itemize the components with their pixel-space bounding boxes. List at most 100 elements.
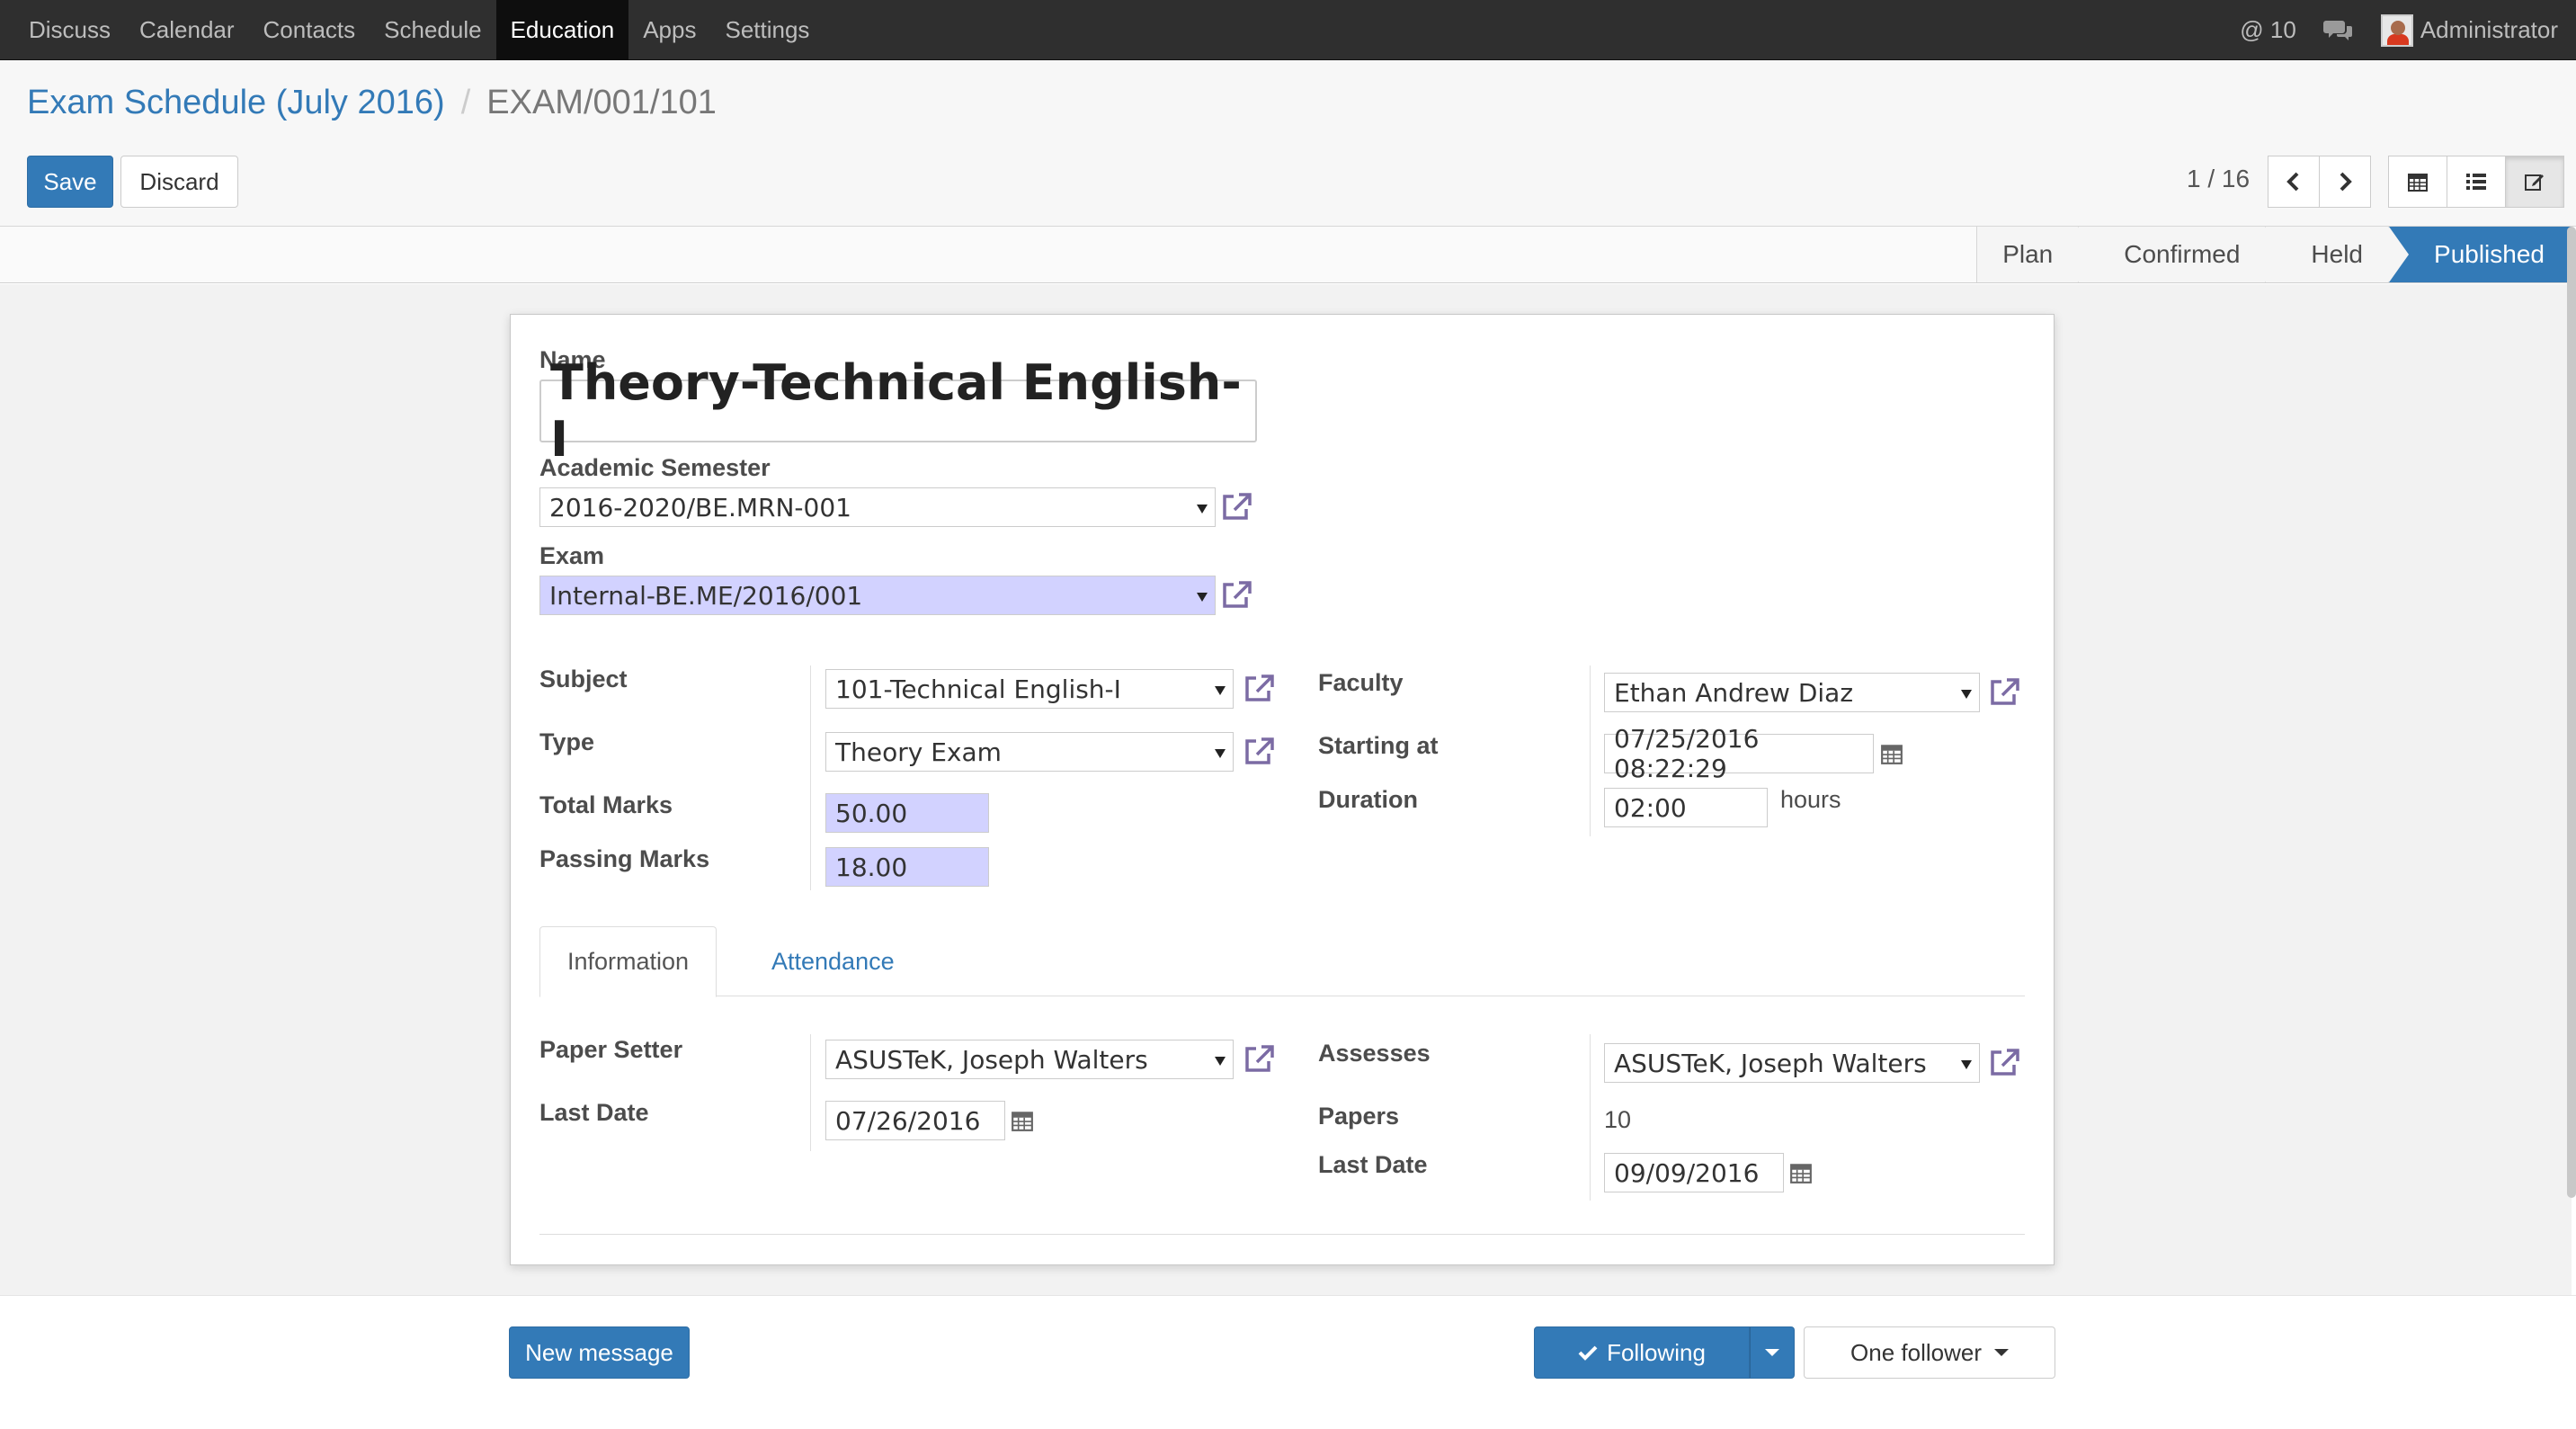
starting-label: Starting at: [1318, 732, 1439, 759]
assesses-label: Assesses: [1318, 1040, 1431, 1067]
papers-value: 10: [1604, 1106, 1632, 1133]
menu-calendar[interactable]: Calendar: [125, 0, 249, 60]
breadcrumb-separator: /: [460, 84, 471, 121]
pager-next-button[interactable]: [2319, 156, 2371, 208]
statusbar: Plan Confirmed Held Published: [0, 227, 2572, 283]
external-link-icon[interactable]: [1243, 673, 1276, 705]
starting-date-input[interactable]: 07/25/2016 08:22:29: [1604, 724, 1874, 783]
duration-input[interactable]: 02:00: [1604, 788, 1768, 827]
passing-marks-label: Passing Marks: [539, 845, 710, 872]
form-view-button[interactable]: [2505, 156, 2564, 208]
tab-information[interactable]: Information: [539, 926, 718, 997]
assesses-select[interactable]: ASUSTeK, Joseph Walters: [1604, 1043, 1980, 1083]
following-dropdown-button[interactable]: [1750, 1326, 1795, 1379]
pager-buttons: [2268, 156, 2371, 208]
subject-value: 101-Technical English-I: [835, 674, 1121, 704]
type-label: Type: [539, 728, 595, 755]
last-date-input[interactable]: 07/26/2016: [825, 1101, 1005, 1140]
passing-marks-input[interactable]: 18.00: [825, 847, 989, 887]
following-button[interactable]: Following: [1534, 1326, 1750, 1379]
control-panel: Exam Schedule (July 2016) / EXAM/001/101…: [0, 60, 2576, 227]
last-date-2-input[interactable]: 09/09/2016: [1604, 1153, 1784, 1192]
app-menu: Discuss Calendar Contacts Schedule Educa…: [14, 0, 824, 60]
top-navbar: Discuss Calendar Contacts Schedule Educa…: [0, 0, 2576, 60]
exam-value: Internal-BE.ME/2016/001: [549, 580, 863, 611]
external-link-icon[interactable]: [1243, 736, 1276, 768]
stage-published[interactable]: Published: [2388, 227, 2572, 282]
notebook-tabs: Information Attendance: [539, 926, 2025, 997]
calendar-view-button[interactable]: [2388, 156, 2447, 208]
chevron-right-icon: [2340, 172, 2352, 192]
menu-education[interactable]: Education: [495, 0, 629, 60]
breadcrumb-current: EXAM/001/101: [486, 84, 717, 121]
faculty-label: Faculty: [1318, 669, 1404, 696]
user-menu[interactable]: Administrator: [2380, 13, 2558, 47]
papers-label: Papers: [1318, 1103, 1400, 1130]
view-switcher: [2388, 156, 2564, 208]
breadcrumb-parent[interactable]: Exam Schedule (July 2016): [27, 84, 445, 122]
menu-schedule[interactable]: Schedule: [370, 0, 495, 60]
navbar-right: @ 10 Administrator: [2240, 0, 2558, 60]
tab-attendance[interactable]: Attendance: [744, 926, 922, 997]
external-link-icon[interactable]: [1989, 1047, 2021, 1079]
followers-button[interactable]: One follower: [1804, 1326, 2055, 1379]
calendar-icon[interactable]: [1011, 1109, 1034, 1132]
group-divider: [810, 1034, 811, 1151]
following-group: Following: [1534, 1326, 1795, 1379]
chat-icon[interactable]: [2322, 18, 2354, 43]
check-icon: [1578, 1345, 1598, 1361]
group-divider: [1590, 1034, 1591, 1201]
stage-confirmed[interactable]: Confirmed: [2078, 227, 2286, 282]
calendar-icon[interactable]: [1880, 742, 1903, 765]
caret-down-icon: [1993, 1349, 2009, 1356]
menu-contacts[interactable]: Contacts: [249, 0, 370, 60]
name-field[interactable]: Theory-Technical English-I: [539, 354, 1257, 468]
semester-label: Academic Semester: [539, 454, 771, 481]
subject-select[interactable]: 101-Technical English-I: [825, 669, 1234, 709]
total-marks-label: Total Marks: [539, 791, 673, 818]
group-divider: [1590, 665, 1591, 836]
edit-icon: [2525, 174, 2544, 191]
discard-button[interactable]: Discard: [120, 156, 238, 208]
last-date-2-label: Last Date: [1318, 1151, 1428, 1178]
type-value: Theory Exam: [835, 737, 1002, 767]
assesses-value: ASUSTeK, Joseph Walters: [1614, 1048, 1927, 1078]
menu-apps[interactable]: Apps: [628, 0, 710, 60]
exam-select[interactable]: Internal-BE.ME/2016/001: [539, 576, 1216, 615]
following-label: Following: [1607, 1338, 1706, 1366]
pager-previous-button[interactable]: [2268, 156, 2320, 208]
list-view-button[interactable]: [2447, 156, 2506, 208]
followers-label: One follower: [1850, 1338, 1982, 1366]
stage-label: Plan: [2002, 240, 2054, 268]
save-button[interactable]: Save: [27, 156, 113, 208]
pager-value[interactable]: 1 / 16: [2187, 165, 2250, 193]
scrollbar[interactable]: [2567, 227, 2576, 1198]
duration-unit: hours: [1780, 786, 1841, 813]
mentions-counter[interactable]: @ 10: [2240, 16, 2296, 44]
faculty-select[interactable]: Ethan Andrew Diaz: [1604, 673, 1980, 712]
menu-discuss[interactable]: Discuss: [14, 0, 125, 60]
new-message-button[interactable]: New message: [509, 1326, 690, 1379]
semester-select[interactable]: 2016-2020/BE.MRN-001: [539, 487, 1216, 527]
paper-setter-select[interactable]: ASUSTeK, Joseph Walters: [825, 1040, 1234, 1079]
external-link-icon[interactable]: [1243, 1043, 1276, 1076]
stage-plan[interactable]: Plan: [1976, 227, 2099, 282]
total-marks-input[interactable]: 50.00: [825, 793, 989, 833]
type-select[interactable]: Theory Exam: [825, 732, 1234, 772]
menu-settings[interactable]: Settings: [710, 0, 824, 60]
last-date-label: Last Date: [539, 1099, 649, 1126]
chevron-left-icon: [2286, 172, 2299, 192]
breadcrumb: Exam Schedule (July 2016) / EXAM/001/101: [27, 84, 717, 122]
calendar-icon[interactable]: [1789, 1161, 1813, 1184]
group-divider: [810, 665, 811, 890]
user-name: Administrator: [2420, 16, 2558, 43]
subject-label: Subject: [539, 665, 628, 692]
external-link-icon[interactable]: [1221, 579, 1253, 612]
caret-down-icon: [1765, 1349, 1779, 1356]
external-link-icon[interactable]: [1989, 676, 2021, 709]
form-sheet: Name Theory-Technical English-I Academic…: [510, 314, 2055, 1265]
stage-label: Held: [2311, 240, 2364, 268]
chatter: New message Following One follower: [0, 1295, 2576, 1429]
external-link-icon[interactable]: [1221, 491, 1253, 523]
paper-setter-value: ASUSTeK, Joseph Walters: [835, 1044, 1148, 1075]
